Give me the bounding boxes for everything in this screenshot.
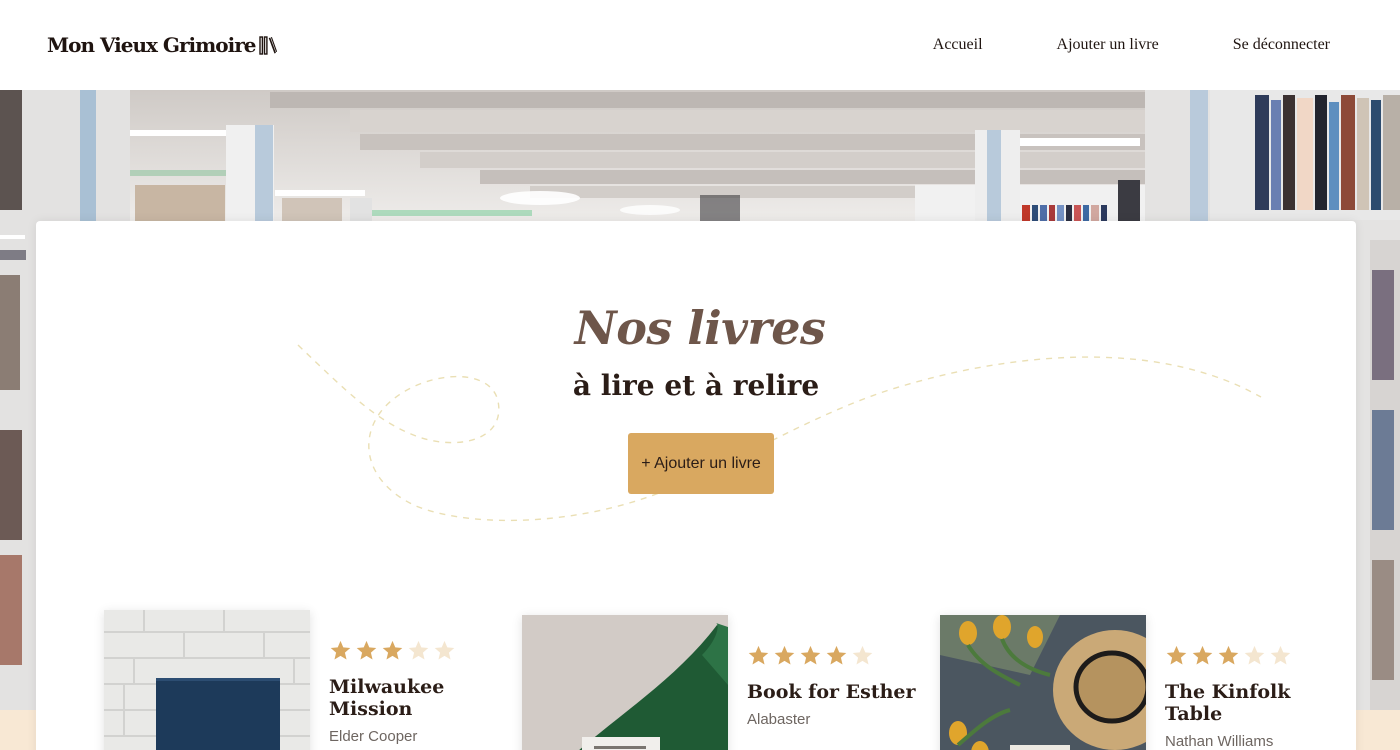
star-filled-icon xyxy=(800,645,821,665)
book-info: The Kinfolk Table Nathan Williams xyxy=(1165,644,1335,750)
star-filled-icon xyxy=(1166,645,1187,665)
nav-link-accueil[interactable]: Accueil xyxy=(933,36,983,54)
nav-link-se-deconnecter[interactable]: Se déconnecter xyxy=(1233,36,1330,54)
star-filled-icon xyxy=(330,640,351,660)
star-rating xyxy=(747,644,917,666)
main-nav: Accueil Ajouter un livre Se déconnecter xyxy=(859,36,1330,54)
page-title: Nos livres xyxy=(574,301,826,355)
books-icon xyxy=(259,36,278,55)
add-book-button[interactable]: + Ajouter un livre xyxy=(628,433,774,494)
book-card-the-kinfolk-table[interactable]: The Kinfolk Table Nathan Williams xyxy=(940,615,1320,750)
star-empty-icon xyxy=(1244,645,1265,665)
book-author: Elder Cooper xyxy=(329,728,418,745)
page-subtitle: à lire et à relire xyxy=(572,369,820,402)
book-title: Milwaukee Mission xyxy=(329,676,445,720)
book-author: Alabaster xyxy=(747,711,811,728)
book-title: Book for Esther xyxy=(747,681,916,703)
books-section-card: Nos livres à lire et à relire + Ajouter … xyxy=(36,221,1356,750)
star-filled-icon xyxy=(826,645,847,665)
logo-text: Mon Vieux Grimoire xyxy=(47,33,256,57)
star-empty-icon xyxy=(1270,645,1291,665)
book-title: The Kinfolk Table xyxy=(1165,681,1291,725)
site-logo[interactable]: Mon Vieux Grimoire xyxy=(47,33,278,57)
star-empty-icon xyxy=(408,640,429,660)
star-filled-icon xyxy=(748,645,769,665)
star-filled-icon xyxy=(356,640,377,660)
book-cover-image xyxy=(104,610,310,750)
star-filled-icon xyxy=(1218,645,1239,665)
star-rating xyxy=(1165,644,1335,666)
star-empty-icon xyxy=(852,645,873,665)
book-author: Nathan Williams xyxy=(1165,733,1274,750)
site-header: Mon Vieux Grimoire Accueil Ajouter un li… xyxy=(0,0,1400,90)
star-rating xyxy=(329,639,499,661)
star-filled-icon xyxy=(382,640,403,660)
book-info: Book for Esther Alabaster xyxy=(747,644,917,728)
nav-link-ajouter-livre[interactable]: Ajouter un livre xyxy=(1057,36,1159,54)
star-empty-icon xyxy=(434,640,455,660)
star-filled-icon xyxy=(1192,645,1213,665)
book-card-book-for-esther[interactable]: Book for Esther Alabaster xyxy=(522,615,916,750)
book-info: Milwaukee Mission Elder Cooper xyxy=(329,639,499,745)
book-card-milwaukee-mission[interactable]: Milwaukee Mission Elder Cooper xyxy=(104,610,484,750)
star-filled-icon xyxy=(774,645,795,665)
book-cover-image xyxy=(522,615,728,750)
book-cover-image xyxy=(940,615,1146,750)
